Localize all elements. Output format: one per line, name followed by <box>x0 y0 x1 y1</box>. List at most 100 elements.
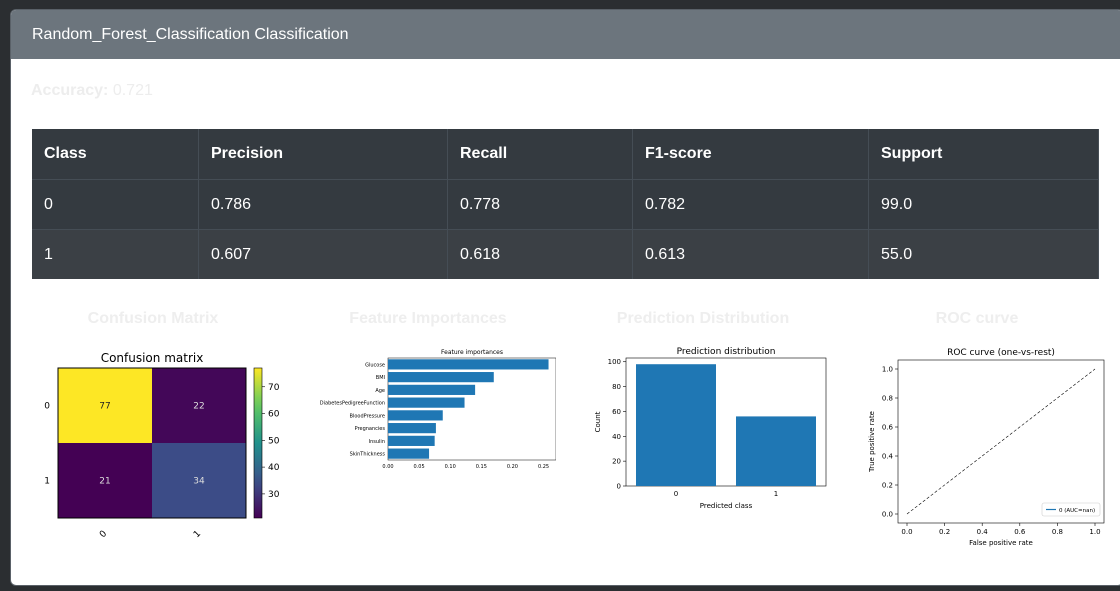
column-header-precision: Precision <box>198 129 448 180</box>
x-tick-label: 0.00 <box>382 464 393 470</box>
x-tick-label: 0.8 <box>1052 528 1063 536</box>
x-tick-label: 1 <box>774 490 778 498</box>
chart-title: ROC curve (one-vs-rest) <box>947 348 1055 358</box>
bar <box>388 410 443 421</box>
x-tick-label: 0.10 <box>445 464 456 470</box>
bar <box>388 397 465 408</box>
chart-title: Feature importances <box>441 349 503 356</box>
chart-title: Prediction distribution <box>677 347 776 357</box>
bar <box>388 359 549 370</box>
accuracy-line: Accuracy: 0.721 <box>31 82 153 100</box>
roc-curve-heading: ROC curve <box>935 310 1019 327</box>
cell-value-label: 22 <box>193 402 204 412</box>
legend-label: 0 (AUC=nan) <box>1059 508 1095 514</box>
bar <box>736 416 816 486</box>
table-row: 0 0.786 0.778 0.782 99.0 <box>32 179 1099 230</box>
plots-row: Confusion Matrix Feature Importances Pre… <box>11 310 1120 550</box>
confusion-matrix-chart: Confusion matrix 77 22 21 34 0 1 0 1 70 60 50 40 30 <box>44 351 280 540</box>
x-tick-label: 0.0 <box>901 528 912 536</box>
y-tick-label: Glucose <box>365 362 385 368</box>
classification-card: Random_Forest_Classification Classificat… <box>10 9 1120 586</box>
confusion-matrix-heading: Confusion Matrix <box>87 310 219 327</box>
roc-curve-chart: ROC curve (one-vs-rest) 0.0 0.2 0.4 0.6 0.8 1.… <box>868 348 1105 547</box>
y-tick-label: Pregnancies <box>355 426 386 432</box>
cell-value-label: 21 <box>99 477 110 487</box>
y-tick-label: 1 <box>44 477 50 487</box>
diagonal-reference-line <box>906 368 1096 515</box>
y-tick-label: 100 <box>608 358 621 366</box>
y-tick-label: Age <box>375 388 385 394</box>
table-row: 1 0.607 0.618 0.613 55.0 <box>32 229 1099 279</box>
cell-value-label: 77 <box>99 402 110 412</box>
accuracy-value: 0.721 <box>112 82 153 99</box>
colorbar-tick-label: 30 <box>268 490 280 500</box>
x-tick-label: 1.0 <box>1089 528 1100 536</box>
y-tick-label: 0.4 <box>882 453 894 461</box>
x-axis-label: False positive rate <box>969 539 1033 547</box>
y-tick-label: SkinThickness <box>350 452 386 458</box>
bar <box>388 448 430 459</box>
y-axis-label: True positive rate <box>868 411 876 473</box>
y-tick-label: 1.0 <box>882 366 893 374</box>
cell-recall: 0.618 <box>447 229 633 279</box>
y-tick-label: 0.0 <box>882 511 893 519</box>
prediction-distribution-heading: Prediction Distribution <box>616 310 790 327</box>
y-tick-label: 20 <box>612 458 621 466</box>
column-header-support: Support <box>868 129 1099 180</box>
feature-importances-chart: Feature importances Glucose BMI Age Diabetes… <box>320 349 556 470</box>
y-tick-label: DiabetesPedigreeFunction <box>320 401 385 407</box>
bar <box>636 364 716 486</box>
feature-importances-heading: Feature Importances <box>349 310 507 327</box>
colorbar-tick-label: 40 <box>268 463 280 473</box>
column-header-recall: Recall <box>447 129 633 180</box>
prediction-distribution-chart: Prediction distribution0 1020406080100Pre… <box>594 347 827 510</box>
y-tick-label: 0.6 <box>882 424 894 432</box>
y-tick-label: BMI <box>376 375 385 381</box>
y-tick-label: Insulin <box>369 439 385 445</box>
y-tick-label: 60 <box>612 408 621 416</box>
x-tick-label: 0 <box>98 529 109 540</box>
y-tick-label: 40 <box>612 433 621 441</box>
x-tick-label: 0.4 <box>977 528 989 536</box>
y-tick-label: 0.8 <box>882 395 893 403</box>
column-header-class: Class <box>32 129 199 180</box>
bar <box>388 372 494 383</box>
chart-title: Confusion matrix <box>101 351 204 365</box>
y-tick-label: 0 <box>44 402 50 412</box>
plot-frame <box>897 359 1105 524</box>
cell-support: 55.0 <box>868 229 1099 279</box>
x-tick-label: 0.2 <box>939 528 950 536</box>
colorbar-tick-label: 70 <box>268 383 280 393</box>
accuracy-label: Accuracy: <box>31 82 109 99</box>
cell-value-label: 34 <box>193 477 205 487</box>
bar <box>388 423 436 434</box>
cell-f1: 0.782 <box>632 179 869 230</box>
cell-support: 99.0 <box>868 179 1099 230</box>
bar <box>388 435 435 446</box>
x-tick-label: 0.20 <box>507 464 518 470</box>
cell-precision: 0.786 <box>198 179 448 230</box>
card-header: Random_Forest_Classification Classificat… <box>11 10 1120 59</box>
cell-class: 1 <box>32 229 199 279</box>
table-header-row: Class Precision Recall F1-score Support <box>32 129 1099 180</box>
x-tick-label: 0.05 <box>414 464 425 470</box>
colorbar-tick-label: 60 <box>268 410 280 420</box>
colorbar-tick-label: 50 <box>268 436 280 446</box>
column-header-f1: F1-score <box>632 129 869 180</box>
x-tick-label: 0.25 <box>538 464 549 470</box>
bar <box>388 384 476 395</box>
y-tick-label: 80 <box>612 383 621 391</box>
colorbar <box>253 367 263 519</box>
cell-recall: 0.778 <box>447 179 633 230</box>
x-tick-label: 0.15 <box>476 464 487 470</box>
x-tick-label: 0.6 <box>1014 528 1026 536</box>
cell-precision: 0.607 <box>198 229 448 279</box>
card-title: Random_Forest_Classification Classificat… <box>32 25 349 43</box>
y-tick-label: BloodPressure <box>350 413 385 419</box>
cell-class: 0 <box>32 179 199 230</box>
x-tick-label: 1 <box>192 529 203 540</box>
x-tick-label: 0 <box>674 490 678 498</box>
y-tick-label: 0.2 <box>882 482 893 490</box>
y-axis-label: Count <box>594 411 602 432</box>
classification-report-table: Class Precision Recall F1-score Support … <box>32 129 1099 279</box>
